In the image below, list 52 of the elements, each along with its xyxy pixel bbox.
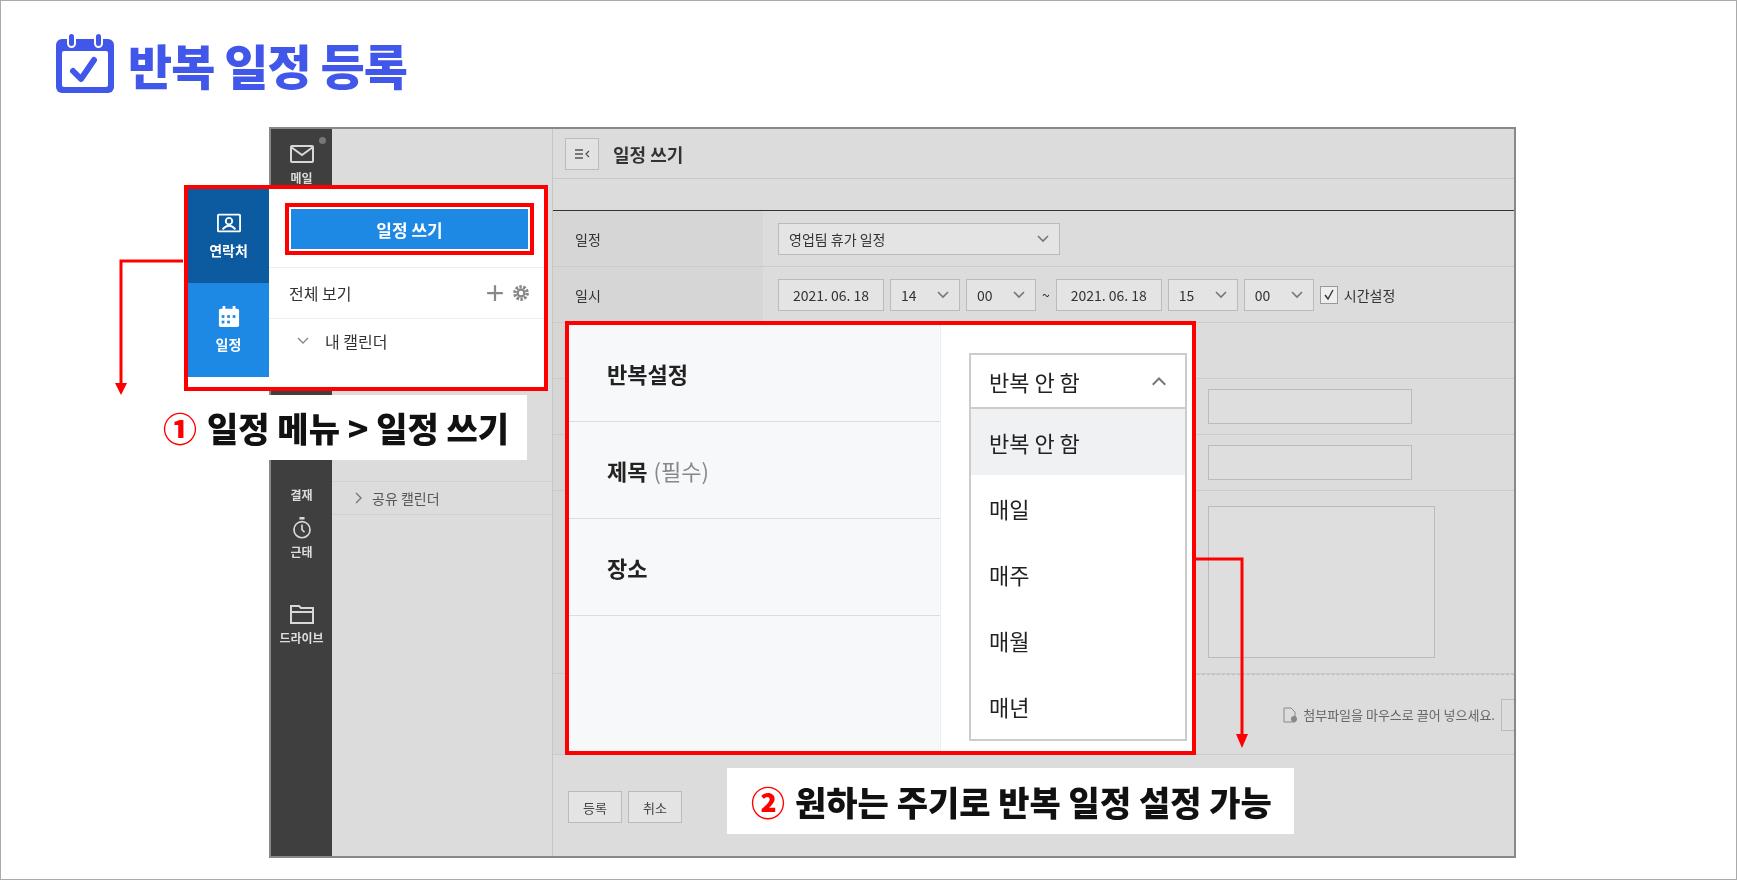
repeat-select[interactable]: 반복 안 함	[969, 353, 1187, 409]
settings-icon[interactable]	[512, 284, 530, 302]
calendar-icon	[216, 306, 241, 328]
nav-label[interactable]: 드라이브	[279, 629, 324, 646]
chevron-icon	[1290, 290, 1303, 299]
nav-item[interactable]: 일정	[188, 283, 269, 377]
folder-icon	[289, 603, 314, 625]
minute-select[interactable]: 00	[1243, 278, 1314, 311]
form-button[interactable]: 등록	[568, 791, 622, 823]
field-label: 반복설정	[569, 325, 940, 422]
nav-label[interactable]: 메일	[290, 169, 313, 186]
contact-card-icon	[216, 212, 241, 234]
field-label: 장소	[569, 519, 940, 616]
field-label: 제목 (필수)	[569, 422, 940, 519]
checkbox-label: 시간설정	[1343, 284, 1396, 305]
chevron-icon	[1037, 234, 1049, 243]
input-field[interactable]	[1208, 389, 1412, 424]
input-field[interactable]	[1208, 445, 1412, 480]
tree-item[interactable]: 공유 캘린더	[332, 481, 552, 515]
chevron-icon	[937, 290, 949, 299]
plus-icon[interactable]	[486, 284, 504, 302]
dropdown-option[interactable]: 반복 안 함	[971, 409, 1185, 475]
collapse-menu-button[interactable]	[565, 137, 599, 170]
calendar-select[interactable]: 영업팀 휴가 일정	[778, 222, 1060, 255]
field-label: 일정	[553, 211, 763, 266]
hour-select[interactable]: 14	[890, 278, 960, 311]
date-field[interactable]: 2021. 06. 18	[778, 278, 884, 311]
form-button[interactable]: 취소	[627, 791, 682, 823]
calendar-check-icon	[54, 33, 116, 95]
attach-hint: 첨부파일을 마우스로 끌어 넣으세요.	[1303, 705, 1495, 724]
view-all-link[interactable]: 전체 보기	[289, 281, 478, 305]
section-title: 일정 쓰기	[613, 140, 684, 167]
nav-item[interactable]: 연락처	[188, 189, 269, 283]
checkbox[interactable]	[1319, 285, 1338, 304]
minute-select[interactable]: 00	[966, 278, 1036, 311]
tree-item[interactable]: 내 캘린더	[269, 319, 544, 363]
chevron-icon	[354, 492, 362, 504]
chevron-icon	[1013, 290, 1025, 299]
date-field[interactable]: 2021. 06. 18	[1055, 278, 1162, 311]
callout-caption: ② 원하는 주기로 반복 일정 설정 가능	[727, 768, 1294, 834]
nav-label[interactable]: 결재	[290, 486, 313, 503]
file-add-icon	[1283, 706, 1298, 723]
hour-select[interactable]: 15	[1167, 278, 1238, 311]
chevron-icon	[1214, 290, 1227, 299]
mail-icon	[289, 143, 314, 165]
field-label: 일시	[553, 267, 763, 322]
chevron-icon	[1151, 376, 1167, 386]
write-schedule-button[interactable]: 일정 쓰기	[285, 203, 534, 255]
nav-label[interactable]: 근태	[290, 543, 313, 560]
range-separator: ~	[1042, 284, 1050, 305]
collapse-icon	[574, 147, 590, 160]
page-title: 반복 일정 등록	[128, 29, 407, 99]
